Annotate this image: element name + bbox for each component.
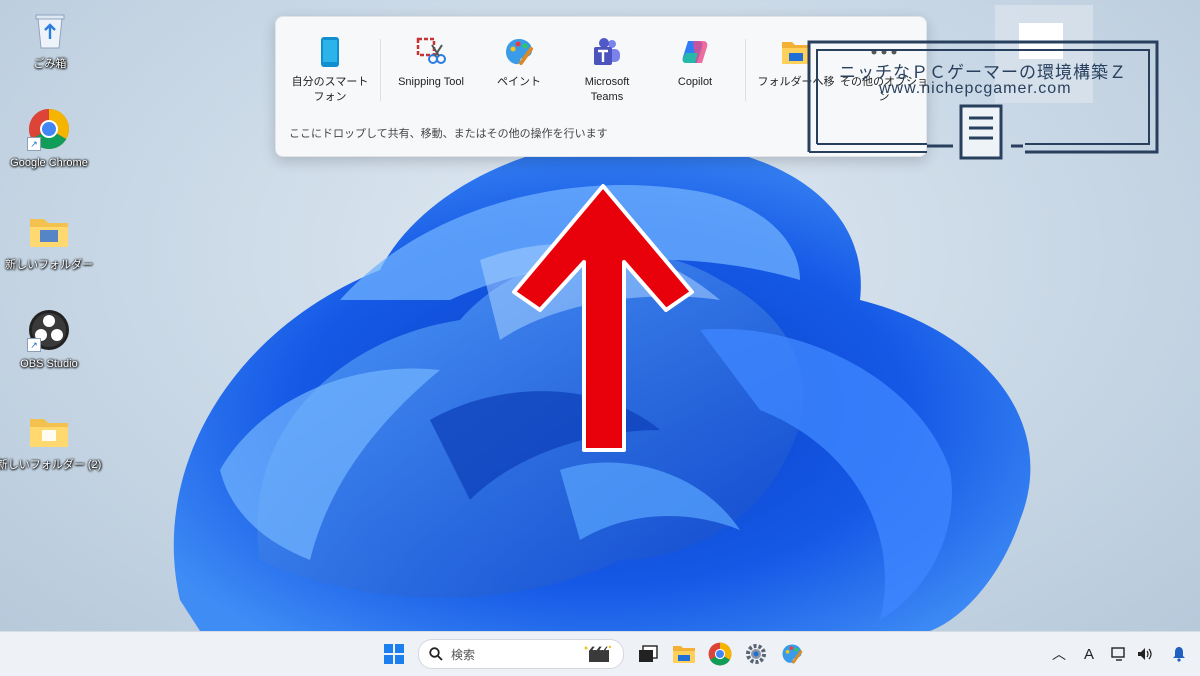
chrome-icon bbox=[708, 642, 732, 666]
shortcut-arrow-icon: ↗ bbox=[27, 338, 41, 352]
desktop-icon-new-folder-2[interactable]: 新しいフォルダー (2) bbox=[0, 409, 101, 472]
share-target-label: ペイント bbox=[497, 76, 541, 88]
copilot-icon bbox=[680, 37, 710, 67]
taskbar: 検索 ︿ A bbox=[0, 631, 1200, 676]
share-panel-hint: ここにドロップして共有、移動、またはその他の操作を行います bbox=[289, 128, 608, 140]
taskbar-file-explorer[interactable] bbox=[666, 638, 702, 670]
share-target-label: Microsoft Teams bbox=[584, 76, 630, 103]
taskbar-paint[interactable] bbox=[774, 638, 810, 670]
folder-icon bbox=[27, 409, 71, 453]
task-view-button[interactable] bbox=[630, 638, 666, 670]
bell-icon bbox=[1173, 647, 1185, 662]
paint-icon bbox=[782, 644, 803, 664]
desktop-icon-label: 新しいフォルダー (2) bbox=[0, 459, 102, 471]
desktop-icon-obs[interactable]: ↗ OBS Studio bbox=[4, 308, 94, 371]
share-target-phone[interactable]: 自分のスマート フォン bbox=[286, 37, 374, 107]
phone-icon bbox=[315, 37, 345, 67]
chrome-icon: ↗ bbox=[27, 107, 71, 151]
teams-icon bbox=[592, 37, 622, 67]
taskbar-center: 検索 bbox=[376, 638, 810, 670]
desktop-icon-label: OBS Studio bbox=[20, 358, 78, 370]
share-target-label: Copilot bbox=[677, 76, 713, 88]
speaker-icon bbox=[1138, 648, 1152, 660]
site-watermark: ニッチなＰＣゲーマーの環境構築Ｚ www.nichepcgamer.com bbox=[807, 40, 1159, 160]
snipping-tool-icon bbox=[416, 37, 446, 67]
tray-overflow-button[interactable]: ︿ bbox=[1046, 638, 1072, 670]
watermark-url: www.nichepcgamer.com bbox=[879, 80, 1072, 97]
desktop-icon-chrome[interactable]: ↗ Google Chrome bbox=[4, 107, 94, 170]
share-target-paint[interactable]: ペイント bbox=[475, 37, 563, 107]
share-target-label: Snipping Tool bbox=[398, 76, 464, 88]
network-button[interactable] bbox=[1106, 638, 1132, 670]
volume-button[interactable] bbox=[1132, 638, 1158, 670]
divider bbox=[745, 39, 746, 101]
taskbar-chrome[interactable] bbox=[702, 638, 738, 670]
search-highlight-icon bbox=[584, 645, 612, 662]
folder-icon bbox=[27, 209, 71, 253]
divider bbox=[380, 39, 381, 101]
taskbar-settings[interactable] bbox=[738, 638, 774, 670]
file-explorer-icon bbox=[673, 646, 695, 663]
ime-indicator[interactable]: A bbox=[1072, 638, 1106, 670]
share-target-snipping-tool[interactable]: Snipping Tool bbox=[387, 37, 475, 107]
obs-icon: ↗ bbox=[27, 308, 71, 352]
taskbar-search[interactable]: 検索 bbox=[418, 639, 624, 669]
start-icon bbox=[384, 644, 404, 664]
network-icon bbox=[1111, 647, 1125, 661]
share-target-copilot[interactable]: Copilot bbox=[651, 37, 739, 107]
ime-label: A bbox=[1083, 645, 1094, 663]
share-target-teams[interactable]: Microsoft Teams bbox=[563, 37, 651, 107]
search-icon bbox=[429, 647, 443, 661]
recycle-bin-icon bbox=[28, 8, 72, 52]
notification-button[interactable] bbox=[1158, 638, 1200, 670]
system-tray: ︿ A bbox=[1046, 638, 1200, 670]
desktop: ごみ箱 ↗ Google Chrome 新しいフォルダー ↗ OBS Studi… bbox=[0, 0, 1200, 631]
chevron-up-icon: ︿ bbox=[1052, 646, 1066, 662]
paint-icon bbox=[504, 37, 534, 67]
settings-icon bbox=[746, 644, 766, 664]
shortcut-arrow-icon: ↗ bbox=[27, 137, 41, 151]
red-up-arrow-annotation bbox=[512, 184, 694, 452]
share-target-label: 自分のスマート フォン bbox=[291, 76, 369, 103]
desktop-icon-label: 新しいフォルダー bbox=[5, 259, 93, 271]
search-placeholder: 検索 bbox=[451, 647, 476, 662]
start-button[interactable] bbox=[376, 638, 412, 670]
task-view-icon bbox=[639, 645, 658, 662]
desktop-icon-label: Google Chrome bbox=[10, 157, 88, 169]
desktop-icon-label: ごみ箱 bbox=[33, 58, 67, 70]
desktop-icon-new-folder[interactable]: 新しいフォルダー bbox=[4, 209, 94, 272]
desktop-icon-recycle-bin[interactable]: ごみ箱 bbox=[5, 8, 95, 71]
